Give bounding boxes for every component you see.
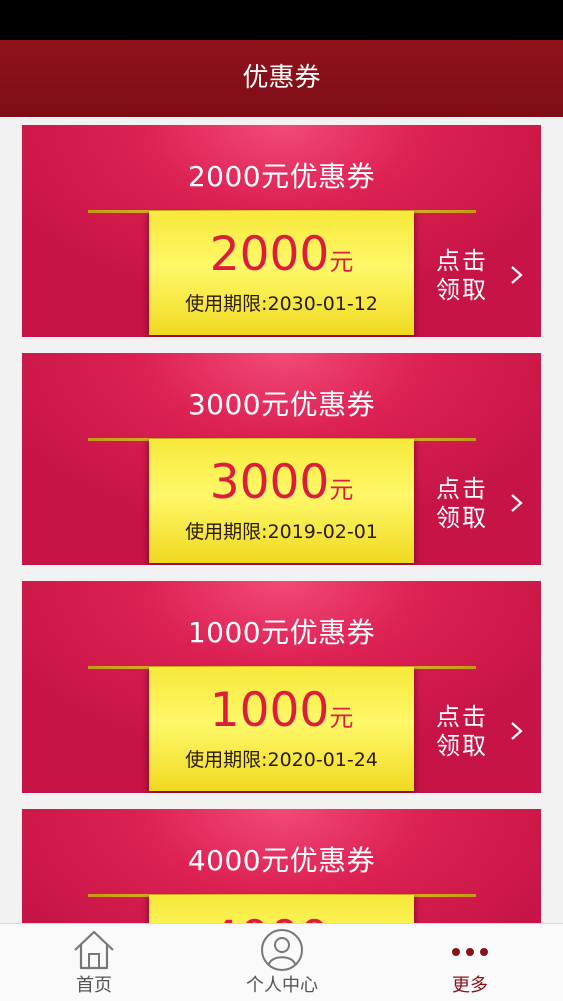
coupon-amount: 4000元 (149, 911, 414, 923)
coupon-expiry: 使用期限:2019-02-01 (185, 521, 378, 543)
coupon-ticket: 4000元 (149, 895, 414, 923)
header-bar: 优惠券 (0, 40, 563, 117)
tab-profile[interactable]: 个人中心 (188, 924, 376, 1001)
tab-more-label: 更多 (452, 975, 488, 996)
coupon-title: 4000元优惠券 (187, 844, 376, 877)
coupon-title: 1000元优惠券 (187, 616, 376, 649)
coupon-expiry: 使用期限:2020-01-24 (185, 749, 378, 771)
coupon-list[interactable]: 2000元优惠券 2000元 使用期限:2030-01-12 点击 领取 300… (0, 117, 563, 923)
chevron-right-icon (511, 722, 523, 740)
page-title: 优惠券 (242, 63, 321, 93)
coupon-title: 2000元优惠券 (187, 160, 376, 193)
coupon-card[interactable]: 3000元优惠券 3000元 使用期限:2019-02-01 点击 领取 (22, 353, 541, 565)
chevron-right-icon (511, 494, 523, 512)
coupon-title: 3000元优惠券 (187, 388, 376, 421)
chevron-right-icon (511, 266, 523, 284)
user-icon (261, 929, 303, 971)
home-icon (74, 930, 114, 970)
coupon-amount: 2000元 (209, 227, 354, 282)
coupon-card[interactable]: 4000元优惠券 4000元 (22, 809, 541, 923)
tab-home-label: 首页 (76, 975, 112, 996)
coupon-amount: 3000元 (209, 455, 354, 510)
coupon-ticket: 3000元 使用期限:2019-02-01 (149, 439, 414, 563)
tab-more[interactable]: 更多 (376, 924, 563, 1001)
coupon-card[interactable]: 2000元优惠券 2000元 使用期限:2030-01-12 点击 领取 (22, 125, 541, 337)
bottom-tab-bar: 首页 个人中心 更多 (0, 923, 563, 1001)
coupon-ticket: 2000元 使用期限:2030-01-12 (149, 211, 414, 335)
tab-profile-label: 个人中心 (246, 975, 318, 996)
coupon-card[interactable]: 1000元优惠券 1000元 使用期限:2020-01-24 点击 领取 (22, 581, 541, 793)
more-icon (452, 948, 488, 956)
coupon-ticket: 1000元 使用期限:2020-01-24 (149, 667, 414, 791)
tab-home[interactable]: 首页 (0, 924, 188, 1001)
status-bar (0, 0, 563, 40)
coupon-expiry: 使用期限:2030-01-12 (185, 293, 378, 315)
coupon-amount: 1000元 (209, 683, 354, 738)
